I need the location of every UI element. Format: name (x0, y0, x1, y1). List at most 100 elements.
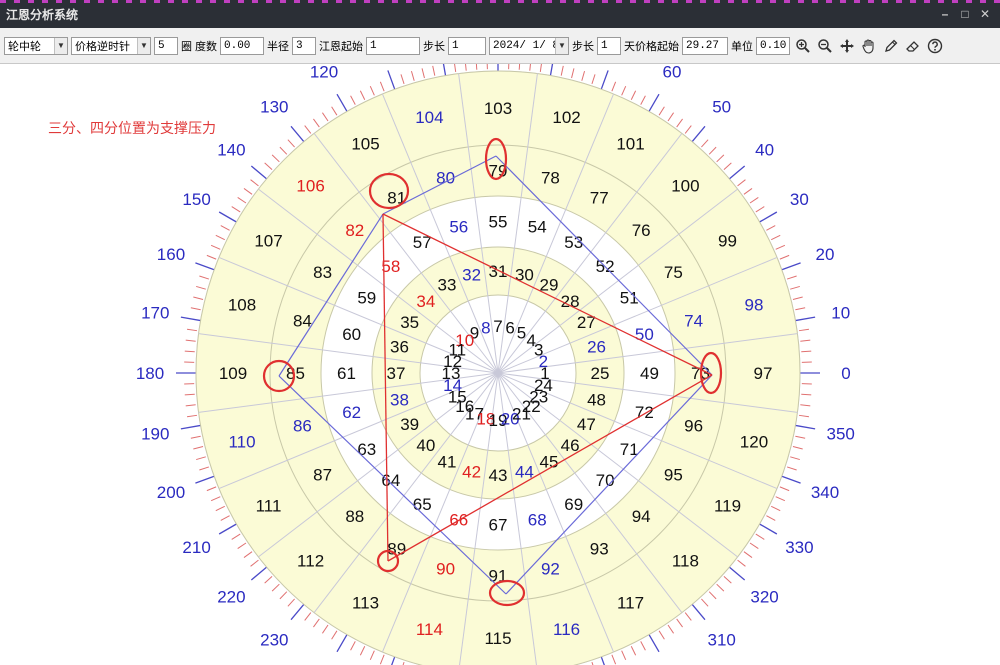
date-picker[interactable]: 2024/ 1/ 8 ▼ (489, 36, 569, 55)
degree-tick (180, 424, 201, 430)
gann-wheel[interactable]: 1234567891011121314151617181920212223242… (0, 64, 1000, 665)
wheel-number: 118 (672, 551, 699, 570)
degree-tick (749, 542, 759, 550)
degree-tick (781, 262, 801, 271)
wheel-number: 105 (351, 135, 379, 154)
degree-tick (313, 618, 320, 628)
zoom-out-icon[interactable] (815, 36, 834, 55)
degree-tick (779, 486, 790, 492)
step2-input[interactable]: 1 (597, 36, 621, 55)
degree-label: 220 (217, 588, 245, 607)
degree-tick (321, 624, 329, 634)
chevron-down-icon[interactable]: ▼ (137, 37, 150, 54)
pencil-icon[interactable] (881, 36, 900, 55)
degree-tick (571, 68, 575, 79)
degree-tick (771, 505, 781, 512)
degree-tick (250, 566, 268, 581)
gann-wheel-canvas[interactable]: 1 2 3 4 5 6 7 8 9 10 11 12 13 14 15 16 17 18 19 20 21 22 23 24 2… (0, 64, 1000, 665)
close-button[interactable]: ✕ (978, 7, 992, 21)
degree-label: 50 (712, 97, 731, 116)
wheel-number: 117 (617, 593, 644, 612)
eraser-icon[interactable] (903, 36, 922, 55)
degree-tick (215, 234, 225, 241)
degree-tick (801, 350, 812, 353)
wheel-number: 67 (489, 516, 508, 535)
maximize-button[interactable]: □ (958, 7, 972, 21)
degree-tick (210, 496, 221, 502)
degree-tick (723, 576, 732, 584)
wheel-number: 49 (640, 364, 659, 383)
degree-tick (186, 328, 198, 332)
degree-tick (190, 435, 201, 439)
wheel-number: 34 (416, 292, 435, 311)
step2-label: 步长 (572, 40, 594, 53)
wheel-number: 107 (254, 232, 282, 251)
degree-tick (218, 211, 237, 223)
wheel-number: 116 (553, 620, 580, 639)
unit-input[interactable]: 0.10 (756, 36, 790, 55)
degree-tick (290, 125, 305, 143)
degree-tick (779, 254, 790, 260)
wheel-number: 4 (526, 331, 535, 350)
wheel-number: 109 (219, 364, 247, 383)
wheel-number: 111 (256, 497, 282, 516)
step-label: 步长 (423, 40, 445, 53)
date-value: 2024/ 1/ 8 (493, 39, 555, 52)
mode-select-value: 轮中轮 (8, 40, 41, 53)
title-bar: 江恩分析系统 – □ ✕ (0, 0, 1000, 28)
circles-input[interactable]: 5 (154, 36, 178, 55)
degree-tick (287, 598, 295, 607)
degree-tick (648, 634, 660, 653)
direction-select-value: 价格逆时针 (75, 40, 130, 53)
degree-tick (801, 393, 812, 396)
degree-label: 330 (785, 538, 813, 557)
wheel-number: 100 (671, 177, 699, 196)
minimize-button[interactable]: – (938, 7, 952, 21)
wheel-number: 43 (489, 466, 508, 485)
unit-label: 单位 (731, 40, 753, 53)
degree-label: 10 (831, 304, 850, 323)
wheel-number: 119 (714, 497, 741, 516)
price-start-input[interactable]: 29.27 (682, 36, 728, 55)
wheel-number: 87 (313, 465, 332, 484)
degree-tick (684, 125, 692, 134)
degree-label: 30 (790, 190, 809, 209)
wheel-number: 24 (534, 376, 553, 395)
degree-tick (264, 576, 273, 584)
degree-label: 60 (663, 64, 682, 82)
gann-start-input[interactable]: 1 (366, 36, 420, 55)
degree-label: 190 (141, 424, 169, 443)
wheel-number: 57 (413, 233, 432, 252)
hand-icon[interactable] (859, 36, 878, 55)
degree-tick (206, 254, 217, 260)
degree-tick (387, 70, 396, 90)
wheel-number: 96 (684, 416, 703, 435)
degree-tick (600, 656, 605, 665)
degree-tick (336, 93, 348, 112)
degree-tick (759, 211, 778, 223)
degree-tick (591, 74, 596, 85)
degree-tick (180, 316, 201, 322)
mode-select[interactable]: 轮中轮 ▼ (4, 36, 68, 55)
degree-tick (539, 64, 542, 73)
degree-tick (287, 139, 295, 148)
wheel-number: 56 (449, 218, 468, 237)
degree-tick (331, 106, 338, 116)
help-icon[interactable] (925, 36, 944, 55)
radius-input[interactable]: 3 (292, 36, 316, 55)
direction-select[interactable]: 价格逆时针 ▼ (71, 36, 151, 55)
degree-label: 310 (708, 631, 736, 650)
chevron-down-icon[interactable]: ▼ (555, 37, 568, 54)
degree-tick (795, 424, 816, 430)
wheel-number: 54 (528, 218, 547, 237)
wheel-number: 77 (590, 189, 609, 208)
step-input[interactable]: 1 (448, 36, 486, 55)
degree-tick (432, 65, 436, 76)
move-icon[interactable] (837, 36, 856, 55)
degree-tick (786, 466, 797, 471)
chevron-down-icon[interactable]: ▼ (54, 37, 67, 54)
wheel-number: 97 (754, 364, 773, 383)
degree-input[interactable]: 0.00 (220, 36, 264, 55)
zoom-in-icon[interactable] (793, 36, 812, 55)
wheel-number: 104 (415, 108, 443, 127)
